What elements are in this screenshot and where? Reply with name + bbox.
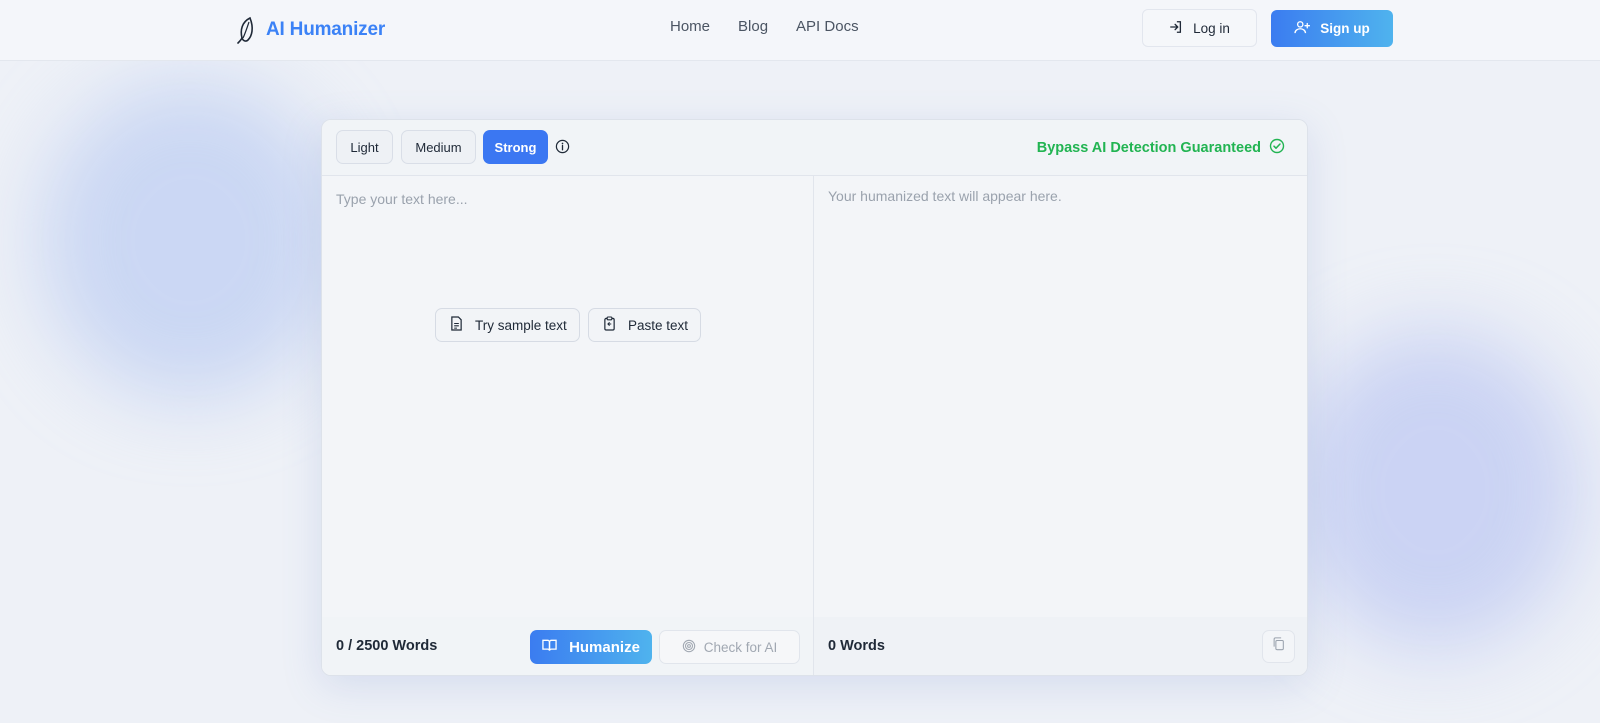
copy-icon	[1272, 637, 1285, 656]
try-sample-text-label: Try sample text	[475, 317, 567, 333]
input-textarea-placeholder[interactable]: Type your text here...	[336, 191, 468, 207]
input-word-count: 0 / 2500 Words	[336, 638, 438, 654]
humanizer-card: Light Medium Strong Bypass AI Detection …	[321, 119, 1308, 676]
check-for-ai-button[interactable]: Check for AI	[659, 630, 800, 664]
book-icon	[542, 638, 557, 656]
main-nav: Home Blog API Docs	[670, 18, 859, 35]
document-icon	[450, 316, 463, 334]
output-word-count: 0 Words	[828, 638, 885, 654]
humanize-button[interactable]: Humanize	[530, 630, 652, 664]
nav-link-blog[interactable]: Blog	[738, 18, 768, 35]
clipboard-icon	[603, 316, 616, 334]
try-sample-text-button[interactable]: Try sample text	[435, 308, 580, 342]
output-placeholder: Your humanized text will appear here.	[828, 188, 1062, 204]
background-blob-left	[40, 80, 340, 400]
login-button[interactable]: Log in	[1142, 9, 1257, 47]
bypass-guarantee: Bypass AI Detection Guaranteed	[1037, 138, 1285, 158]
input-pane[interactable]: Type your text here... Try sample text P…	[322, 176, 814, 675]
output-pane: Your humanized text will appear here. 0 …	[814, 176, 1307, 675]
signup-button[interactable]: Sign up	[1271, 10, 1393, 47]
mode-strong-button[interactable]: Strong	[483, 130, 548, 164]
humanize-label: Humanize	[569, 638, 640, 656]
login-label: Log in	[1193, 20, 1230, 36]
navbar: AI Humanizer Home Blog API Docs Log in S…	[0, 0, 1600, 61]
brand-logo[interactable]: AI Humanizer	[236, 14, 385, 46]
mode-light-button[interactable]: Light	[336, 130, 393, 164]
fingerprint-icon	[682, 639, 696, 656]
paste-text-label: Paste text	[628, 317, 689, 333]
nav-link-home[interactable]: Home	[670, 18, 710, 35]
paste-text-button[interactable]: Paste text	[588, 308, 701, 342]
background-blob-right	[1290, 330, 1580, 650]
bypass-guarantee-text: Bypass AI Detection Guaranteed	[1036, 140, 1261, 156]
nav-link-api-docs[interactable]: API Docs	[796, 18, 859, 35]
mode-toolbar: Light Medium Strong Bypass AI Detection …	[322, 120, 1307, 176]
copy-button[interactable]	[1262, 630, 1295, 663]
user-plus-icon	[1294, 20, 1311, 37]
output-footer: 0 Words	[814, 617, 1307, 675]
brand-name: AI Humanizer	[266, 19, 386, 40]
feather-icon	[236, 16, 258, 44]
login-icon	[1169, 20, 1183, 37]
input-footer: 0 / 2500 Words Humanize Check for AI	[322, 617, 813, 675]
check-for-ai-label: Check for AI	[703, 639, 778, 655]
signup-label: Sign up	[1320, 21, 1370, 36]
check-circle-icon	[1269, 138, 1285, 158]
info-icon[interactable]	[555, 139, 570, 159]
mode-medium-button[interactable]: Medium	[401, 130, 476, 164]
